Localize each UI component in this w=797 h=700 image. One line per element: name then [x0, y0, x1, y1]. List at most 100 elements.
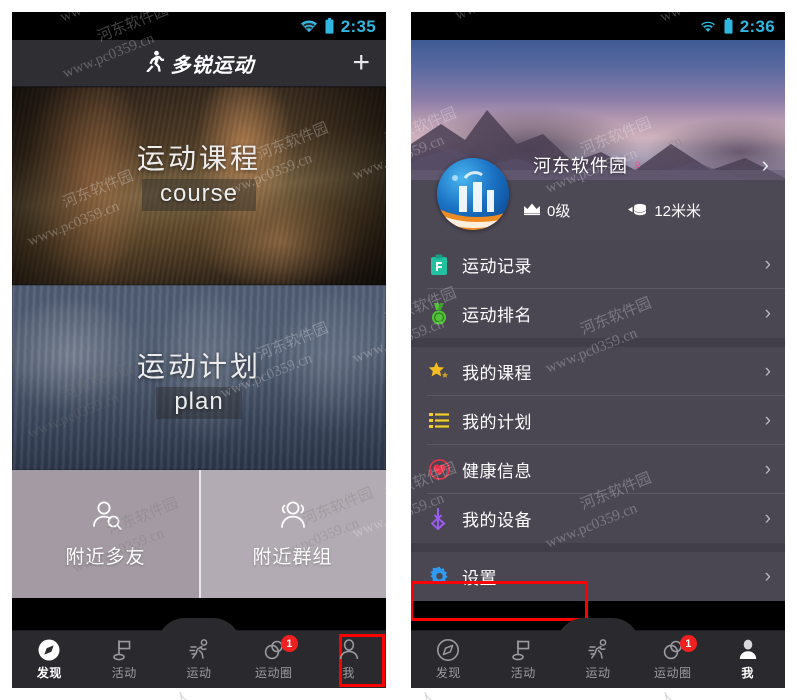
chevron-right-icon: ›	[764, 507, 771, 529]
left-phone-screen: 2:35 多锐运动 + 运动课程 course 运动计划 plan 附近多友 附…	[12, 12, 386, 688]
running-person-icon	[144, 50, 164, 77]
left-app-bar: 多锐运动 +	[12, 40, 386, 87]
watermark: 人	[173, 689, 194, 700]
flag-icon	[511, 638, 535, 662]
tab-moments[interactable]: 运动圈 1	[236, 631, 311, 688]
tab-activity-label: 活动	[111, 666, 137, 680]
chevron-right-icon: ›	[764, 302, 771, 324]
female-icon: ♀	[632, 156, 644, 174]
tab-me[interactable]: 我	[311, 631, 386, 688]
coins-icon	[628, 202, 648, 220]
wifi-icon	[300, 19, 318, 33]
menu-item-my-plans[interactable]: 我的计划 ›	[411, 396, 785, 445]
wifi-icon	[699, 19, 717, 33]
chevron-right-icon: ›	[764, 458, 771, 480]
right-tab-bar: 发现 活动 运动 运动圈 1 我	[411, 618, 785, 688]
app-brand: 多锐运动	[144, 49, 255, 78]
profile-coins: 12米米	[628, 200, 701, 221]
bluetooth-icon	[427, 507, 451, 530]
profile-header[interactable]: 河东软件园 ♀ › 0级 12米米	[411, 40, 785, 240]
person-icon	[736, 638, 760, 662]
person-search-icon	[89, 500, 123, 537]
card-plan-title: 运动计划	[136, 351, 261, 382]
card-course-caption: 运动课程 course	[12, 137, 386, 211]
menu-item-label: 设置	[462, 569, 497, 588]
status-time: 2:36	[739, 16, 775, 36]
tab-moments[interactable]: 运动圈 1	[635, 631, 710, 688]
heart-icon	[427, 459, 451, 480]
tab-moments-label: 运动圈	[654, 666, 692, 680]
menu-item-my-courses[interactable]: 我的课程 ›	[411, 347, 785, 396]
medal-icon	[427, 302, 451, 326]
tab-me-label: 我	[741, 666, 754, 680]
tile-nearby-friends[interactable]: 附近多友	[12, 470, 199, 598]
watermark: 人	[418, 689, 439, 700]
tab-discover[interactable]: 发现	[411, 631, 486, 688]
tab-me-label: 我	[342, 666, 355, 680]
tile-nearby-friends-label: 附近多友	[65, 546, 146, 568]
tab-discover[interactable]: 发现	[12, 631, 87, 688]
menu-item-health-info[interactable]: 健康信息 ›	[411, 445, 785, 494]
right-phone-screen: 2:36 河东软件园 ♀ › 0级 12米米 运动记录 › 运动排名 › 我的课…	[411, 12, 785, 688]
tab-activity-label: 活动	[510, 666, 536, 680]
tab-sport[interactable]: 运动	[162, 631, 237, 688]
runner-icon	[187, 638, 211, 662]
profile-chevron-icon[interactable]: ›	[762, 152, 769, 178]
tab-moments-label: 运动圈	[255, 666, 293, 680]
menu-item-label: 运动记录	[462, 257, 532, 276]
tab-moments-badge: 1	[280, 635, 298, 652]
menu-item-label: 我的设备	[462, 511, 532, 530]
profile-menu: 运动记录 › 运动排名 › 我的课程 › 我的计划 › 健康信息 › 我的设备 …	[411, 240, 785, 601]
right-status-bar: 2:36	[411, 12, 785, 40]
watermark: 人	[658, 689, 679, 700]
card-plan-caption: 运动计划 plan	[12, 345, 386, 419]
profile-username: 河东软件园	[533, 156, 628, 176]
flag-icon	[112, 638, 136, 662]
tab-sport[interactable]: 运动	[561, 631, 636, 688]
gear-icon	[427, 566, 451, 587]
chevron-right-icon: ›	[764, 409, 771, 431]
app-title: 多锐运动	[170, 54, 255, 77]
menu-item-sport-records[interactable]: 运动记录 ›	[411, 240, 785, 289]
profile-coins-text: 12米米	[654, 203, 702, 220]
menu-item-my-devices[interactable]: 我的设备 ›	[411, 494, 785, 543]
tab-activity[interactable]: 活动	[486, 631, 561, 688]
card-course-title: 运动课程	[136, 143, 261, 174]
menu-item-label: 我的课程	[462, 364, 532, 383]
tile-nearby-groups-label: 附近群组	[252, 546, 333, 568]
profile-level-text: 0级	[547, 203, 571, 220]
group-icon	[275, 500, 311, 537]
tab-me[interactable]: 我	[710, 631, 785, 688]
card-plan[interactable]: 运动计划 plan	[12, 285, 386, 470]
screenshot-stage: 2:35 多锐运动 + 运动课程 course 运动计划 plan 附近多友 附…	[0, 0, 797, 700]
tile-nearby-groups[interactable]: 附近群组	[199, 470, 386, 598]
left-status-bar: 2:35	[12, 12, 386, 40]
compass-icon	[436, 638, 460, 662]
crown-icon	[523, 202, 541, 220]
menu-item-sport-ranking[interactable]: 运动排名 ›	[411, 289, 785, 338]
menu-item-label: 运动排名	[462, 306, 532, 325]
tab-discover-label: 发现	[36, 666, 62, 680]
chevron-right-icon: ›	[764, 360, 771, 382]
menu-item-label: 健康信息	[462, 462, 532, 481]
status-time: 2:35	[340, 16, 376, 36]
nearby-tiles: 附近多友 附近群组	[12, 470, 386, 598]
add-button[interactable]: +	[352, 48, 370, 78]
card-course-subtitle: course	[141, 179, 257, 211]
clipboard-icon	[427, 254, 451, 276]
runner-icon	[586, 638, 610, 662]
tab-activity[interactable]: 活动	[87, 631, 162, 688]
chevron-right-icon: ›	[764, 565, 771, 587]
star-icon	[427, 361, 451, 382]
menu-item-settings[interactable]: 设置 ›	[411, 552, 785, 601]
battery-icon	[325, 18, 334, 34]
tab-moments-badge: 1	[679, 635, 697, 652]
card-course[interactable]: 运动课程 course	[12, 87, 386, 285]
tab-discover-label: 发现	[435, 666, 461, 680]
profile-stats: 0级 12米米	[411, 200, 785, 221]
menu-item-label: 我的计划	[462, 413, 532, 432]
profile-level: 0级	[523, 200, 570, 221]
tab-sport-label: 运动	[585, 666, 611, 680]
chevron-right-icon: ›	[764, 253, 771, 275]
list-icon	[427, 412, 451, 430]
